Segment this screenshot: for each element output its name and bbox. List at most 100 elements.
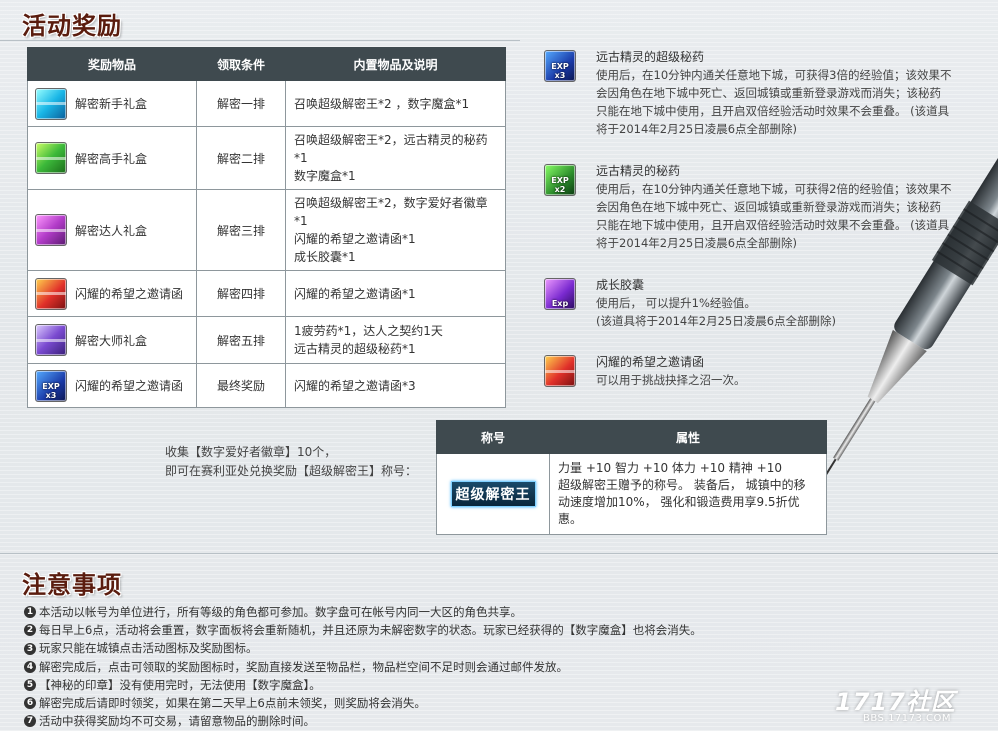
section-title-rewards: 活动奖励 — [22, 12, 122, 40]
reward-item-name: 解密达人礼盒 — [75, 223, 148, 238]
invitation-letter-icon[interactable] — [35, 277, 67, 310]
title-table: 称号 属性 超级解密王 力量 +10 智力 +10 体力 +10 精神 +10 … — [436, 420, 827, 535]
note-text: 每日早上6点，活动将会重置，数字面板将会重新随机，并且还原为未解密数字的状态。玩… — [39, 623, 702, 638]
note-text: 本活动以帐号为单位进行，所有等级的角色都可参加。数字盘可在帐号内同一大区的角色共… — [39, 605, 522, 619]
note-text: 【神秘的印章】没有使用完时，无法使用【数字魔盒】。 — [39, 677, 321, 692]
title-badge[interactable]: 超级解密王 — [450, 481, 536, 507]
purple-gift-box-icon[interactable] — [35, 214, 67, 246]
number-badge: 1 — [24, 606, 36, 619]
reward-condition: 解密二排 — [196, 126, 286, 190]
item-title: 远古精灵的秘药 — [596, 164, 681, 178]
reward-condition: 解密三排 — [196, 189, 286, 271]
reward-item-name: 解密高手礼盒 — [75, 151, 148, 166]
item-title: 远古精灵的超级秘药 — [596, 50, 705, 64]
collect-line: 即可在赛利亚处兑换奖励【超级解密王】称号： — [165, 464, 418, 478]
table-row: 闪耀的希望之邀请函 解密四排 闪耀的希望之邀请函*1 — [27, 270, 506, 317]
number-badge: 4 — [24, 660, 36, 673]
table-row: EXP x3 闪耀的希望之邀请函 最终奖励 闪耀的希望之邀请函*3 — [27, 363, 506, 408]
title-table-header: 称号 属性 — [436, 420, 827, 454]
table-row: 解密大师礼盒 解密五排 1疲劳药*1，达人之契约1天 远古精灵的超级秘药*1 — [27, 316, 506, 364]
item-description-super-potion: EXP x3 远古精灵的超级秘药 使用后，在10分钟内通关任意地下城，可获得3倍… — [544, 48, 974, 138]
invitation-letter-icon[interactable] — [544, 355, 576, 387]
green-gift-box-icon[interactable] — [35, 142, 67, 174]
notice-list: 1 本活动以帐号为单位进行，所有等级的角色都可参加。数字盘可在帐号内同一大区的角色… — [24, 603, 702, 730]
item-title: 闪耀的希望之邀请函 — [596, 355, 705, 369]
reward-item-name: 闪耀的希望之邀请函 — [75, 379, 184, 393]
watermark-logo: 1717社区 — [835, 688, 956, 716]
table-row: 解密高手礼盒 解密二排 召唤超级解密王*2，远古精灵的秘药*1 数字魔盒*1 — [27, 126, 506, 190]
reward-item-name: 解密新手礼盒 — [75, 97, 148, 111]
list-item: 2 每日早上6点，活动将会重置，数字面板将会重新随机，并且还原为未解密数字的状态。… — [24, 621, 702, 639]
list-item: 3 玩家只能在城镇点击活动图标及奖励图标。 — [24, 639, 702, 657]
reward-item-cell: 闪耀的希望之邀请函 — [27, 270, 197, 317]
contents-line: 召唤超级解密王*2，数字爱好者徽章*1 — [294, 196, 488, 228]
note-text: 玩家只能在城镇点击活动图标及奖励图标。 — [39, 641, 258, 656]
item-desc: 使用后，在10分钟内通关任意地下城，可获得3倍的经验值；该效果不 会因角色在地下城… — [596, 68, 952, 136]
contents-line: 召唤超级解密王*2，远古精灵的秘药*1 — [294, 133, 488, 165]
header-title: 称号 — [436, 420, 550, 454]
reward-item-cell: 解密新手礼盒 — [27, 80, 197, 127]
list-item: 7 活动中获得奖励均不可交易，请留意物品的删除时间。 — [24, 712, 702, 730]
contents-line: 远古精灵的超级秘药*1 — [294, 342, 416, 356]
reward-item-cell: 解密高手礼盒 — [27, 126, 197, 190]
super-potion-icon[interactable]: EXP x3 — [35, 369, 67, 402]
contents-line: 闪耀的希望之邀请函*3 — [294, 378, 416, 393]
reward-condition: 解密五排 — [196, 316, 286, 364]
reward-contents: 召唤超级解密王*2 ，数字魔盒*1 — [285, 80, 506, 127]
reward-item-cell: 解密大师礼盒 — [27, 316, 197, 364]
header-reward-item: 奖励物品 — [27, 47, 197, 81]
potion-icon[interactable]: EXP x2 — [544, 164, 576, 196]
table-row: 解密达人礼盒 解密三排 召唤超级解密王*2，数字爱好者徽章*1 闪耀的希望之邀请… — [27, 189, 506, 271]
reward-item-name: 解密大师礼盒 — [75, 333, 148, 348]
exp-capsule-icon[interactable]: Exp — [544, 278, 576, 310]
note-text: 解密完成后，点击可领取的奖励图标时，奖励直接发送至物品栏，物品栏空间不足时则会通… — [39, 659, 568, 674]
violet-gift-box-icon[interactable] — [35, 324, 67, 356]
collect-line: 收集【数字爱好者徽章】10个， — [165, 445, 337, 459]
collect-instructions: 收集【数字爱好者徽章】10个， 即可在赛利亚处兑换奖励【超级解密王】称号： — [165, 443, 417, 481]
table-row: 超级解密王 力量 +10 智力 +10 体力 +10 精神 +10 超级解密王赠… — [436, 453, 827, 535]
list-item: 5 【神秘的印章】没有使用完时，无法使用【数字魔盒】。 — [24, 676, 702, 694]
reward-table-header: 奖励物品 领取条件 内置物品及说明 — [27, 47, 506, 81]
reward-contents: 召唤超级解密王*2，数字爱好者徽章*1 闪耀的希望之邀请函*1 成长胶囊*1 — [285, 189, 506, 271]
site-watermark: 1717社区 BBS.17173.COM — [835, 682, 956, 724]
cyan-gift-box-icon[interactable] — [35, 87, 67, 120]
note-text: 活动中获得奖励均不可交易，请留意物品的删除时间。 — [39, 714, 315, 729]
number-badge: 2 — [24, 624, 36, 637]
header-contents: 内置物品及说明 — [285, 47, 506, 81]
title-badge-cell: 超级解密王 — [436, 453, 550, 535]
reward-item-cell: EXP x3 闪耀的希望之邀请函 — [27, 363, 197, 408]
contents-line: 召唤超级解密王*2 ，数字魔盒*1 — [294, 96, 470, 111]
reward-condition: 解密四排 — [196, 270, 286, 317]
reward-item-cell: 解密达人礼盒 — [27, 189, 197, 271]
list-item: 1 本活动以帐号为单位进行，所有等级的角色都可参加。数字盘可在帐号内同一大区的角色… — [24, 603, 702, 621]
reward-contents: 闪耀的希望之邀请函*1 — [285, 270, 506, 317]
number-badge: 3 — [24, 642, 36, 655]
reward-contents: 闪耀的希望之邀请函*3 — [285, 363, 506, 408]
number-badge: 6 — [24, 697, 36, 710]
reward-item-name: 闪耀的希望之邀请函 — [75, 287, 184, 301]
reward-contents: 召唤超级解密王*2，远古精灵的秘药*1 数字魔盒*1 — [285, 126, 506, 190]
number-badge: 5 — [24, 678, 36, 691]
reward-contents: 1疲劳药*1，达人之契约1天 远古精灵的超级秘药*1 — [285, 316, 506, 364]
list-item: 6 解密完成后请即时领奖，如果在第二天早上6点前未领奖，则奖励将会消失。 — [24, 694, 702, 712]
reward-condition: 解密一排 — [196, 80, 286, 127]
table-row: 解密新手礼盒 解密一排 召唤超级解密王*2 ，数字魔盒*1 — [27, 80, 506, 127]
super-potion-icon[interactable]: EXP x3 — [544, 50, 576, 82]
note-text: 解密完成后请即时领奖，如果在第二天早上6点前未领奖，则奖励将会消失。 — [39, 696, 426, 711]
watermark-url: BBS.17173.COM — [863, 713, 952, 724]
reward-table: 奖励物品 领取条件 内置物品及说明 解密新手礼盒 解密一排 召唤超级解密王*2 … — [27, 47, 506, 408]
list-item: 4 解密完成后，点击可领取的奖励图标时，奖励直接发送至物品栏，物品栏空间不足时则会… — [24, 658, 702, 676]
reward-condition: 最终奖励 — [196, 363, 286, 408]
contents-line: 闪耀的希望之邀请函*1 — [294, 232, 416, 246]
header-condition: 领取条件 — [196, 47, 286, 81]
section-divider — [0, 553, 998, 554]
header-attributes: 属性 — [549, 420, 827, 454]
number-badge: 7 — [24, 715, 36, 728]
contents-line: 数字魔盒*1 — [294, 169, 356, 183]
title-divider — [0, 40, 520, 41]
section-title-notice: 注意事项 — [22, 571, 122, 599]
title-attributes: 力量 +10 智力 +10 体力 +10 精神 +10 超级解密王赠予的称号。 … — [549, 453, 827, 535]
item-title: 成长胶囊 — [596, 278, 645, 292]
pen-decoration — [820, 150, 998, 486]
contents-line: 成长胶囊*1 — [294, 250, 356, 264]
